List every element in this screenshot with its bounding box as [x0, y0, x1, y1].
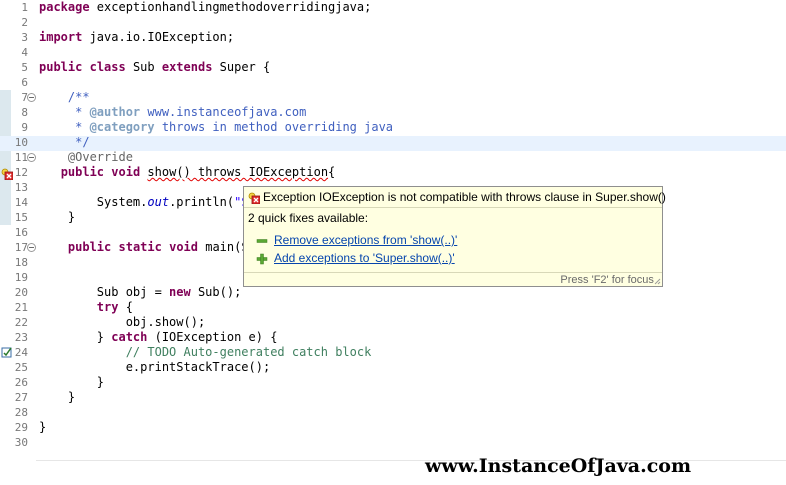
code-line: try { [96, 300, 133, 314]
line-number: 19 [14, 271, 28, 284]
resize-grip-icon[interactable] [653, 277, 661, 285]
divider [244, 207, 662, 208]
line-number: 26 [14, 376, 28, 389]
popup-header: Exception IOException is not compatible … [248, 189, 666, 206]
quickfix-error-icon[interactable] [1, 168, 13, 180]
add-icon [256, 253, 268, 265]
code-line: } [39, 210, 76, 224]
line-number: 7 [21, 91, 28, 104]
code-line: */ [39, 135, 90, 149]
code-line: } [39, 375, 105, 389]
line-number: 10 [14, 136, 28, 149]
line-number: 6 [21, 76, 28, 89]
popup-footer: Press 'F2' for focus [244, 272, 662, 286]
focus-hint: Press 'F2' for focus [560, 274, 654, 286]
line-number: 22 [14, 316, 28, 329]
line-number: 4 [21, 46, 28, 59]
line-number: 27 [14, 391, 28, 404]
line-number: 21 [14, 301, 28, 314]
line-number: 30 [14, 436, 28, 449]
line-number: 28 [14, 406, 28, 419]
line-number: 17 [14, 241, 28, 254]
code-line: public class Sub extends Super { [39, 60, 271, 74]
quick-fix-link[interactable]: Add exceptions to 'Super.show(..)' [274, 251, 455, 265]
code-line: package exceptionhandlingmethodoverridin… [39, 0, 372, 14]
line-number: 15 [14, 211, 28, 224]
quick-fix-count: 2 quick fixes available: [248, 211, 369, 225]
line-number: 8 [21, 106, 28, 119]
line-number: 14 [14, 196, 28, 209]
code-line: * @category throws in method overriding … [39, 120, 394, 134]
code-line: public void show() throws IOException{ [60, 165, 336, 179]
code-line: * @author www.instanceofjava.com [39, 105, 307, 119]
watermark: www.InstanceOfJava.com [425, 455, 692, 477]
quick-fix-add-exceptions[interactable]: Add exceptions to 'Super.show(..)' [256, 250, 455, 266]
fold-collapse-icon[interactable] [27, 93, 36, 102]
line-number: 18 [14, 256, 28, 269]
line-number: 24 [14, 346, 28, 359]
code-line: public static void main(S [67, 240, 249, 254]
current-line-highlight [0, 136, 786, 151]
change-ruler [0, 90, 11, 225]
task-marker-icon[interactable] [1, 346, 13, 358]
line-number: 13 [14, 181, 28, 194]
quickfix-hover-popup[interactable]: Exception IOException is not compatible … [243, 186, 666, 287]
code-line: } [39, 420, 47, 434]
line-number: 11 [14, 151, 28, 164]
code-line: obj.show(); [39, 315, 206, 329]
fold-collapse-icon[interactable] [27, 153, 36, 162]
error-icon [248, 192, 260, 204]
line-number: 3 [21, 31, 28, 44]
line-number: 20 [14, 286, 28, 299]
code-line: @Override [39, 150, 133, 164]
code-line: System.out.println("S [39, 195, 249, 209]
line-number: 16 [14, 226, 28, 239]
code-line: import java.io.IOException; [39, 30, 235, 44]
line-number: 29 [14, 421, 28, 434]
error-message: Exception IOException is not compatible … [263, 190, 666, 204]
line-number: 25 [14, 361, 28, 374]
code-line: // TODO Auto-generated catch block [39, 345, 372, 359]
line-number: 2 [21, 16, 28, 29]
code-line: /** [39, 90, 90, 104]
line-number: 23 [14, 331, 28, 344]
code-line: } [39, 390, 76, 404]
remove-icon [256, 239, 268, 243]
line-number: 9 [21, 121, 28, 134]
quick-fix-remove-exceptions[interactable]: Remove exceptions from 'show(..)' [256, 232, 457, 248]
code-line: e.printStackTrace(); [39, 360, 271, 374]
quick-fix-link[interactable]: Remove exceptions from 'show(..)' [274, 233, 457, 247]
fold-collapse-icon[interactable] [27, 243, 36, 252]
code-line: } catch (IOException e) { [39, 330, 278, 344]
line-number: 5 [21, 61, 28, 74]
code-line: Sub obj = new Sub(); [39, 285, 242, 299]
line-number: 1 [21, 1, 28, 14]
line-number: 12 [14, 166, 28, 179]
